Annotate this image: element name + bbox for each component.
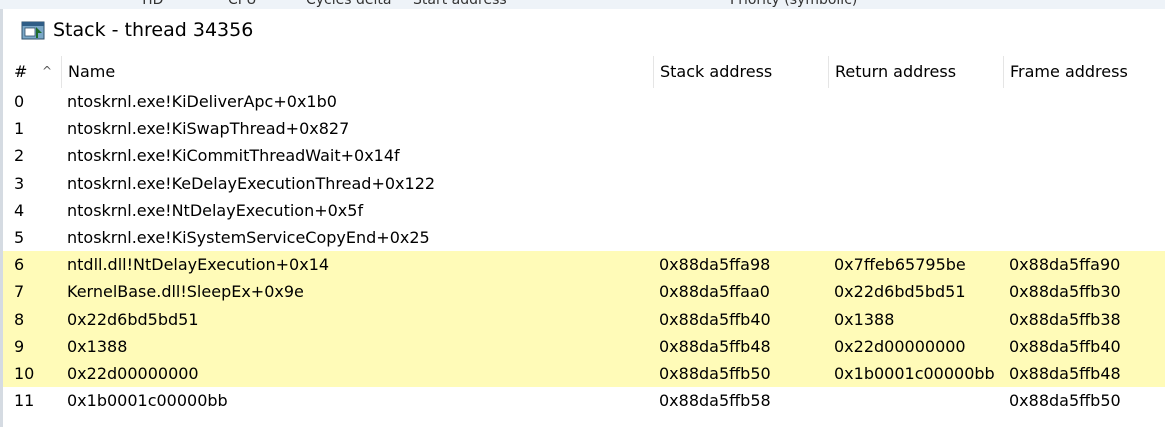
stack-window-icon	[21, 21, 45, 40]
table-row[interactable]: 1 ntoskrnl.exe!KiSwapThread+0x827	[3, 115, 1165, 142]
frame-number-cell: 6	[14, 255, 25, 275]
stack-address-cell: 0x88da5ffaa0	[659, 282, 770, 302]
frame-number-cell: 4	[14, 200, 25, 220]
frame-number-cell: 2	[14, 146, 25, 166]
column-header-name[interactable]: Name	[61, 56, 653, 88]
column-header-name-label: Name	[68, 62, 116, 81]
frame-number-cell: 10	[14, 363, 35, 383]
frame-number-cell: 7	[14, 282, 25, 302]
frame-name-cell: ntdll.dll!NtDelayExecution+0x14	[67, 255, 330, 275]
column-header-return-address[interactable]: Return address	[828, 56, 1003, 88]
frame-name-cell: 0x1388	[67, 336, 128, 356]
table-row[interactable]: 7 KernelBase.dll!SleepEx+0x9e 0x88da5ffaa0…	[3, 278, 1165, 306]
return-address-cell: 0x22d6bd5bd51	[834, 282, 966, 302]
frame-number-cell: 5	[14, 227, 25, 247]
column-header-stack-address[interactable]: Stack address	[653, 56, 828, 88]
table-row[interactable]: 4 ntoskrnl.exe!NtDelayExecution+0x5f	[3, 197, 1165, 224]
frame-number-cell: 3	[14, 173, 25, 193]
frame-name-cell: 0x1b0001c00000bb	[67, 391, 228, 411]
column-header-stack-address-label: Stack address	[660, 62, 773, 81]
column-header-return-address-label: Return address	[835, 62, 957, 81]
column-header-frame-address[interactable]: Frame address	[1003, 56, 1165, 88]
frame-address-cell: 0x88da5ffb30	[1009, 282, 1121, 302]
bg-col-tid: TID	[140, 0, 164, 8]
table-row[interactable]: 10 0x22d00000000 0x88da5ffb50 0x1b0001c0000…	[3, 359, 1165, 388]
frame-name-cell: ntoskrnl.exe!KiCommitThreadWait+0x14f	[67, 146, 400, 166]
frame-number-cell: 11	[14, 391, 35, 411]
frame-name-cell: KernelBase.dll!SleepEx+0x9e	[67, 282, 304, 302]
table-row[interactable]: 3 ntoskrnl.exe!KeDelayExecutionThread+0x1…	[3, 170, 1165, 197]
stack-address-cell: 0x88da5ffb48	[659, 336, 771, 356]
return-address-cell: 0x1b0001c00000bb	[834, 363, 995, 383]
return-address-cell: 0x1388	[834, 309, 895, 329]
window-title: Stack - thread 34356	[53, 19, 254, 41]
table-row[interactable]: 0 ntoskrnl.exe!KiDeliverApc+0x1b0	[3, 88, 1165, 115]
column-header-number-label: #	[14, 62, 28, 81]
return-address-cell: 0x7ffeb65795be	[834, 255, 966, 275]
bg-col-priority: Priority (symbolic)	[730, 0, 858, 8]
frame-address-cell: 0x88da5ffb40	[1009, 336, 1121, 356]
frame-name-cell: ntoskrnl.exe!KiDeliverApc+0x1b0	[67, 92, 337, 111]
stack-address-cell: 0x88da5ffb40	[659, 309, 771, 329]
bg-col-cycles-delta: Cycles delta	[306, 0, 392, 8]
column-header-number[interactable]: # ^	[14, 56, 67, 88]
frame-address-cell: 0x88da5ffb48	[1009, 363, 1121, 383]
stack-address-cell: 0x88da5ffa98	[659, 255, 771, 275]
table-row[interactable]: 2 ntoskrnl.exe!KiCommitThreadWait+0x14f	[3, 142, 1165, 169]
frame-name-cell: ntoskrnl.exe!KeDelayExecutionThread+0x12…	[67, 173, 436, 193]
table-row[interactable]: 11 0x1b0001c00000bb 0x88da5ffb58 0x88da5ffb…	[3, 387, 1165, 414]
table-row[interactable]: 6 ntdll.dll!NtDelayExecution+0x14 0x88da5f…	[3, 251, 1165, 279]
table-row[interactable]: 8 0x22d6bd5bd51 0x88da5ffb40 0x1388 0x88da5f…	[3, 305, 1165, 333]
bg-col-start-address: Start address	[413, 0, 507, 8]
frame-address-cell: 0x88da5ffb50	[1009, 391, 1121, 411]
return-address-cell: 0x22d00000000	[834, 336, 966, 356]
column-header-frame-address-label: Frame address	[1010, 62, 1128, 81]
frame-name-cell: ntoskrnl.exe!NtDelayExecution+0x5f	[67, 200, 364, 220]
stack-address-cell: 0x88da5ffb50	[659, 363, 771, 383]
table-row[interactable]: 9 0x1388 0x88da5ffb48 0x22d00000000 0x88da5f…	[3, 332, 1165, 360]
table-row[interactable]: 5 ntoskrnl.exe!KiSystemServiceCopyEnd+0x2…	[3, 224, 1165, 251]
stack-window: Stack - thread 34356 # ^ Name Stack addr…	[3, 9, 1165, 427]
frame-number-cell: 9	[14, 336, 25, 356]
table-header: # ^ Name Stack address Return address Fr…	[3, 56, 1165, 88]
frame-name-cell: ntoskrnl.exe!KiSystemServiceCopyEnd+0x25	[67, 227, 430, 247]
frame-number-cell: 0	[14, 92, 25, 111]
frame-address-cell: 0x88da5ffb38	[1009, 309, 1121, 329]
frame-address-cell: 0x88da5ffa90	[1009, 255, 1121, 275]
sort-ascending-icon: ^	[42, 64, 53, 78]
frame-name-cell: 0x22d6bd5bd51	[67, 309, 199, 329]
frame-name-cell: 0x22d00000000	[67, 363, 199, 383]
frame-name-cell: ntoskrnl.exe!KiSwapThread+0x827	[67, 119, 350, 139]
title-bar[interactable]: Stack - thread 34356	[3, 9, 1165, 53]
bg-col-cpu: CPU	[228, 0, 257, 8]
frame-number-cell: 8	[14, 309, 25, 329]
frame-number-cell: 1	[14, 119, 25, 139]
stack-address-cell: 0x88da5ffb58	[659, 391, 771, 411]
stack-frame-list: 0 ntoskrnl.exe!KiDeliverApc+0x1b0 1 ntoskrn…	[3, 88, 1165, 414]
